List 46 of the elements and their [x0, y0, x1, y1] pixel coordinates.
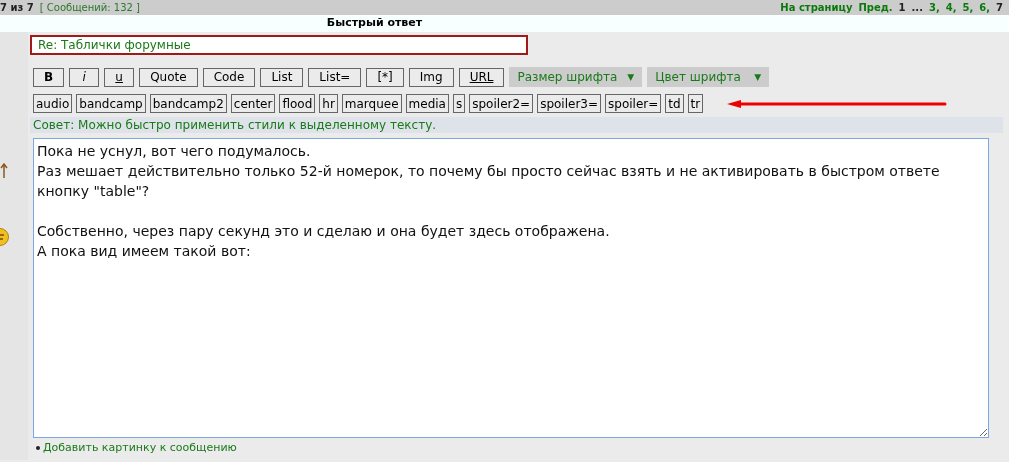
- format-button[interactable]: [*]: [366, 67, 404, 87]
- message-field[interactable]: Пока не уснул, вот чего подумалось. Раз мешает действительно только 52-й номерок, то почему бы просто сейчас взять и не активировать в быстром ответе кнопку "table"? Собственно, через пару секунд это и сделаю и она будет здесь отображена. А пока вид имеем такой вот:: [33, 138, 989, 438]
- dropdown-label: Цвет шрифта: [655, 70, 741, 84]
- tag-button[interactable]: audio: [33, 94, 73, 113]
- posts-count: [ Сообщений: 132 ]: [39, 1, 140, 15]
- tag-button[interactable]: marquee: [341, 94, 402, 113]
- tag-button[interactable]: spoiler=: [605, 94, 662, 113]
- format-button[interactable]: Img: [408, 67, 454, 87]
- tag-button[interactable]: hr: [319, 94, 338, 113]
- tag-button[interactable]: bandcamp2: [149, 94, 227, 113]
- format-button[interactable]: List=: [308, 67, 362, 87]
- dropdown-arrow: ▼: [627, 72, 635, 82]
- tag-button[interactable]: td: [665, 94, 684, 113]
- dropdown-label: Размер шрифта: [517, 70, 618, 84]
- pagination-ellipsis: ...: [911, 1, 923, 15]
- format-button[interactable]: u: [104, 67, 135, 87]
- format-button[interactable]: List: [260, 67, 304, 87]
- tag-button[interactable]: flood: [279, 94, 316, 113]
- format-button[interactable]: Quote: [139, 67, 198, 87]
- add-image-link[interactable]: Добавить картинку к сообщению: [43, 441, 237, 454]
- tag-button[interactable]: tr: [687, 94, 704, 113]
- pagination-label: На страницу: [780, 1, 853, 15]
- format-button[interactable]: i: [69, 67, 100, 87]
- bullet-icon: [36, 445, 40, 450]
- smiley-icon: [0, 228, 9, 246]
- tag-button[interactable]: spoiler2=: [469, 94, 534, 113]
- current-page: 1: [898, 1, 906, 15]
- font-dropdown[interactable]: Размер шрифта ▼: [509, 67, 643, 87]
- tag-button[interactable]: center: [230, 94, 276, 113]
- tag-button[interactable]: spoiler3=: [537, 94, 602, 113]
- format-button[interactable]: Code: [202, 67, 256, 87]
- subject-field[interactable]: Re: Таблички форумные: [30, 35, 528, 55]
- page-link[interactable]: 3,: [928, 0, 940, 15]
- current-page: 7: [996, 1, 1003, 15]
- tag-button[interactable]: media: [405, 94, 449, 113]
- section-title: Быстрый ответ: [326, 16, 423, 29]
- up-arrow-icon: [0, 163, 8, 179]
- tag-button[interactable]: s: [453, 94, 466, 113]
- tag-button[interactable]: bandcamp: [76, 94, 146, 113]
- page-link[interactable]: 6,: [979, 0, 991, 15]
- tip-text: Совет: Можно быстро применить стили к выделенному тексту.: [30, 117, 1003, 133]
- format-button[interactable]: URL: [458, 67, 505, 87]
- format-button[interactable]: B: [33, 67, 65, 87]
- dropdown-arrow: ▼: [754, 72, 762, 82]
- page-info: 7 из 7: [0, 1, 34, 15]
- font-dropdown[interactable]: Цвет шрифта ▼: [647, 67, 770, 87]
